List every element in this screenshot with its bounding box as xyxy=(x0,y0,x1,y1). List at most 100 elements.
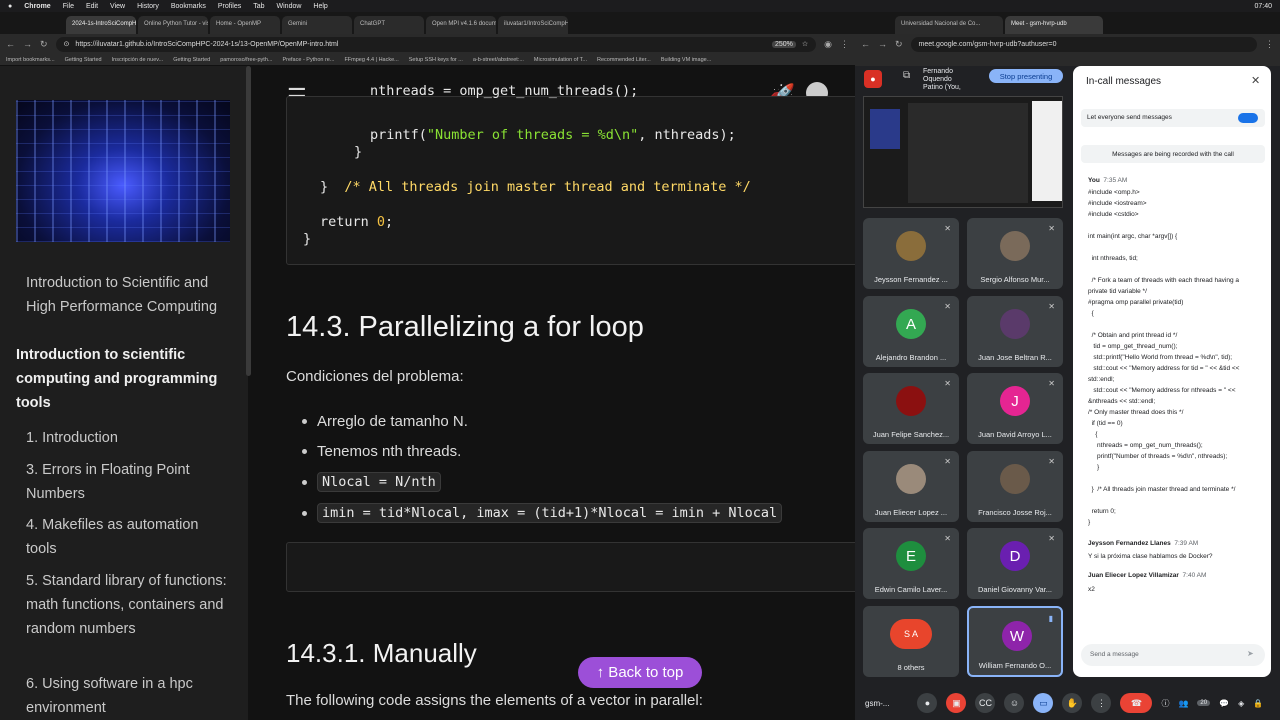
reload-icon[interactable]: ↻ xyxy=(40,39,48,50)
bookmark-star-icon[interactable]: ☆ xyxy=(802,40,808,48)
book-sidebar: Introduction to Scientific and High Perf… xyxy=(0,66,251,720)
bookmark[interactable]: a-b-street/abstreet:... xyxy=(473,57,524,63)
record-icon[interactable]: ● xyxy=(864,70,882,88)
back-to-top-button[interactable]: ↑ Back to top xyxy=(578,657,702,688)
avatar: A xyxy=(896,309,926,339)
menu-edit[interactable]: Edit xyxy=(86,3,98,10)
participant-tile[interactable]: ✕ Sergio Alfonso Mur... xyxy=(967,218,1063,289)
participant-tile[interactable]: ✕ Juan Felipe Sanchez... xyxy=(863,373,959,444)
participant-tile[interactable]: ✕ Jeysson Fernandez ... xyxy=(863,218,959,289)
menu-file[interactable]: File xyxy=(63,3,74,10)
toc-item[interactable]: 6. Using software in a hpc environment xyxy=(26,672,231,720)
bookmark[interactable]: Preface - Python re... xyxy=(282,57,334,63)
captions-icon[interactable]: CC xyxy=(975,693,996,713)
send-icon[interactable]: ➤ xyxy=(1247,649,1254,658)
participant-tile[interactable]: ✕ Juan Eliecer Lopez ... xyxy=(863,451,959,522)
people-icon[interactable]: 👥 xyxy=(1178,699,1188,708)
avatar-group: S A xyxy=(890,619,932,649)
emoji-icon[interactable]: ☺ xyxy=(1004,693,1025,713)
bookmark[interactable]: pamoroso/free-pyth... xyxy=(220,57,272,63)
menu-help[interactable]: Help xyxy=(313,3,327,10)
code-line: } /* All threads join master thread and … xyxy=(320,179,751,195)
browser-toolbar: ← → ↻ meet.google.com/gsm-hvrp-udb?authu… xyxy=(855,34,1280,54)
back-icon[interactable]: ← xyxy=(861,39,870,49)
tab-strip: 2024-1s-IntroSciCompHPC Online Python Tu… xyxy=(0,12,855,34)
menu-dots-icon[interactable]: ⋮ xyxy=(1265,39,1274,50)
menu-history[interactable]: History xyxy=(137,3,159,10)
close-icon[interactable]: ✕ xyxy=(1251,74,1260,87)
bookmark[interactable]: Inscripción de nuev... xyxy=(112,57,164,63)
menu-dots-icon[interactable]: ⋮ xyxy=(840,39,849,50)
profile-icon[interactable]: ◉ xyxy=(824,39,832,50)
screen-share-preview[interactable] xyxy=(863,96,1063,208)
book-title[interactable]: Introduction to Scientific and High Perf… xyxy=(26,271,236,319)
bookmark[interactable]: Building VM image... xyxy=(661,57,711,63)
participant-tile[interactable]: A ✕ Alejandro Brandon ... xyxy=(863,296,959,367)
bookmark[interactable]: Import bookmarks... xyxy=(6,57,55,63)
toggle-switch[interactable] xyxy=(1238,113,1258,123)
toc-item[interactable]: 1. Introduction xyxy=(26,426,236,450)
bookmark[interactable]: Recommended Liter... xyxy=(597,57,651,63)
mic-off-icon: ✕ xyxy=(944,379,951,388)
bookmark[interactable]: Setup SSH keys for ... xyxy=(409,57,463,63)
menu-bookmarks[interactable]: Bookmarks xyxy=(171,3,206,10)
code-block-empty xyxy=(286,542,855,592)
tab[interactable]: iluvatar1/IntroSciCompHPC-2024 xyxy=(498,16,568,34)
menu-profiles[interactable]: Profiles xyxy=(218,3,241,10)
leave-call-icon[interactable]: ☎ xyxy=(1120,693,1153,713)
tab[interactable]: Open MPI v4.1.6 documentation xyxy=(426,16,496,34)
activities-icon[interactable]: ◈ xyxy=(1238,699,1244,708)
present-screen-icon[interactable]: ▭ xyxy=(1033,693,1054,713)
bookmark[interactable]: FFmpeg 4.4 | Hacke... xyxy=(344,57,398,63)
toc-item[interactable]: 5. Standard library of functions: math f… xyxy=(26,569,231,641)
site-info-icon[interactable]: ⊙ xyxy=(64,40,70,48)
zoom-badge[interactable]: 250% xyxy=(771,40,796,48)
participant-tile[interactable]: E ✕ Edwin Camilo Laver... xyxy=(863,528,959,599)
more-options-icon[interactable]: ⋮ xyxy=(1091,693,1112,713)
forward-icon[interactable]: → xyxy=(23,39,32,49)
sidebar-scrollbar[interactable] xyxy=(246,66,251,376)
participant-tile[interactable]: J ✕ Juan David Arroyo L... xyxy=(967,373,1063,444)
tab[interactable]: Online Python Tutor - visualize xyxy=(138,16,208,34)
tab[interactable]: Home - OpenMP xyxy=(210,16,280,34)
menu-tab[interactable]: Tab xyxy=(253,3,264,10)
mic-icon[interactable]: ● xyxy=(917,693,938,713)
forward-icon[interactable]: → xyxy=(878,39,887,49)
tab[interactable]: 2024-1s-IntroSciCompHPC xyxy=(66,16,136,34)
mic-off-icon: ✕ xyxy=(944,457,951,466)
menu-window[interactable]: Window xyxy=(277,3,302,10)
menu-view[interactable]: View xyxy=(110,3,125,10)
mic-off-icon: ✕ xyxy=(1048,379,1055,388)
raise-hand-icon[interactable]: ✋ xyxy=(1062,693,1083,713)
back-icon[interactable]: ← xyxy=(6,39,15,49)
bookmark[interactable]: Microsimulation of T... xyxy=(534,57,587,63)
participant-tile-self[interactable]: W ▮ William Fernando O... xyxy=(967,606,1063,677)
address-bar[interactable]: meet.google.com/gsm-hvrp-udb?authuser=0 xyxy=(910,36,1257,52)
tab[interactable]: ChatGPT xyxy=(354,16,424,34)
part-title[interactable]: Introduction to scientific computing and… xyxy=(16,343,231,415)
address-bar[interactable]: ⊙ https://iluvatar1.github.io/IntroSciCo… xyxy=(55,36,817,52)
participant-tile[interactable]: S A8 others xyxy=(863,606,959,677)
participant-tile[interactable]: ✕ Juan Jose Beltran R... xyxy=(967,296,1063,367)
tab[interactable]: Meet - gsm-hvrp-udb xyxy=(1005,16,1103,34)
tab[interactable]: Gemini xyxy=(282,16,352,34)
book-logo-image[interactable] xyxy=(16,100,230,242)
toc-item[interactable]: 3. Errors in Floating Point Numbers xyxy=(26,458,226,506)
message-code: #include <omp.h> #include <iostream> #in… xyxy=(1088,189,1240,526)
tab[interactable]: Universidad Nacional de Co... xyxy=(895,16,1003,34)
chat-icon[interactable]: 💬 xyxy=(1219,699,1229,708)
toc-item[interactable]: 4. Makefiles as automation tools xyxy=(26,513,226,561)
info-icon[interactable]: ⓘ xyxy=(1161,698,1169,709)
list-item: Arreglo de tamanho N. xyxy=(302,413,468,430)
participant-tile[interactable]: ✕ Francisco Josse Roj... xyxy=(967,451,1063,522)
bookmark[interactable]: Getting Started xyxy=(65,57,102,63)
message-input[interactable]: Send a message ➤ xyxy=(1081,644,1265,666)
lock-icon[interactable]: 🔒 xyxy=(1253,699,1263,708)
participant-tile[interactable]: D ✕ Daniel Giovanny Var... xyxy=(967,528,1063,599)
apple-icon[interactable]: ● xyxy=(8,3,12,10)
app-name[interactable]: Chrome xyxy=(24,3,50,10)
stop-presenting-button[interactable]: Stop presenting xyxy=(989,69,1063,83)
bookmark[interactable]: Getting Started xyxy=(173,57,210,63)
camera-off-icon[interactable]: ▣ xyxy=(946,693,967,713)
reload-icon[interactable]: ↻ xyxy=(895,39,903,50)
